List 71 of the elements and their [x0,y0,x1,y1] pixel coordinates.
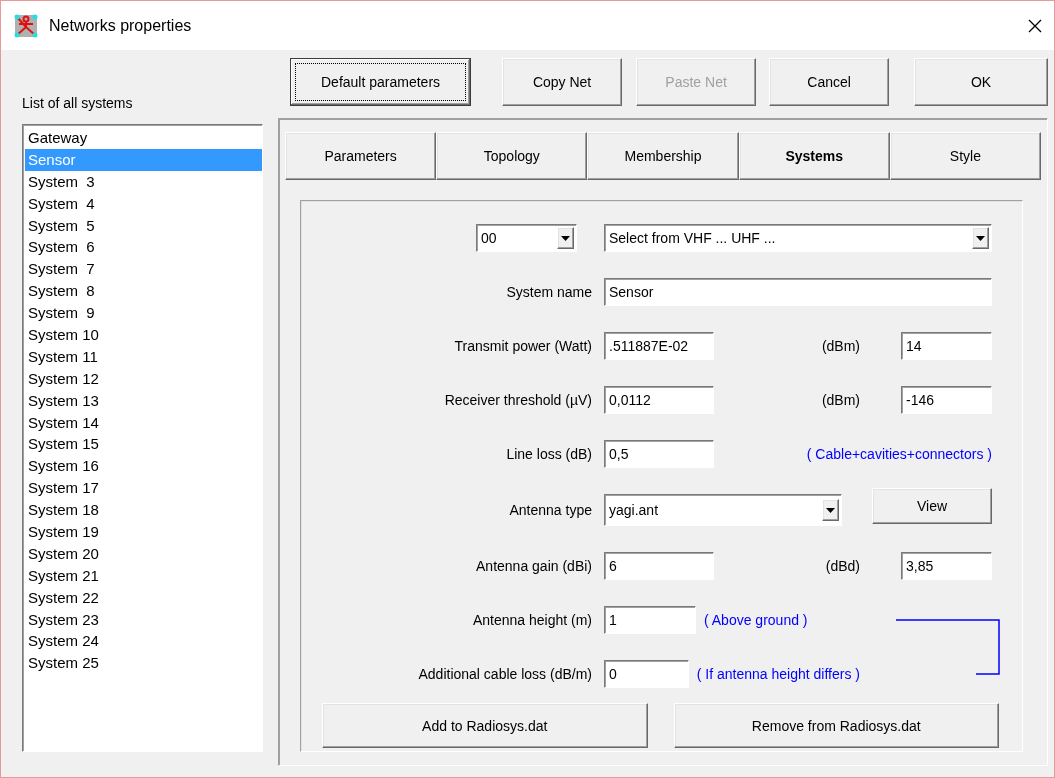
list-item[interactable]: System 6 [25,236,262,259]
list-item[interactable]: System 22 [25,586,262,609]
tab[interactable]: Systems [738,132,890,180]
dropdown[interactable]: Select from VHF ... UHF ... [604,224,992,252]
list-item[interactable]: System 20 [25,542,262,565]
list-item[interactable]: System 3 [25,170,262,193]
view-button[interactable]: View [872,488,992,524]
list-item[interactable]: System 17 [25,477,262,500]
list-item[interactable]: System 10 [25,324,262,346]
list-item[interactable]: System 25 [25,652,262,675]
unit-label: (dBm) [821,392,860,408]
list-item[interactable]: System 18 [25,499,262,522]
field-label: Transmit power (Watt) [454,338,592,354]
list-item[interactable]: System 11 [25,345,262,368]
list-label: List of all systems [22,94,134,113]
field-label: Antenna height (m) [472,612,592,628]
dialog-button[interactable]: Default parameters [290,58,472,106]
close-icon[interactable] [1028,18,1042,33]
tab[interactable]: Parameters [285,132,437,180]
list-item[interactable]: System 24 [25,630,262,653]
dropdown[interactable]: 00 [476,224,577,252]
list-item[interactable]: Gateway [25,127,262,149]
systems-listbox[interactable] [22,124,263,752]
text-field[interactable]: 0 [604,660,689,688]
action-button[interactable]: Add to Radiosys.dat [322,703,648,748]
text-field[interactable]: 14 [901,332,992,360]
caret-icon [976,235,985,241]
list-item[interactable]: System 12 [25,367,262,390]
action-button[interactable]: Remove from Radiosys.dat [673,703,999,748]
list-item[interactable]: System 21 [25,564,262,587]
window-title: Networks properties [49,16,193,35]
list-item[interactable]: System 7 [25,258,262,281]
list-item[interactable]: System 9 [25,302,262,324]
hint-text: ( Above ground ) [704,612,808,628]
tab[interactable]: Topology [436,132,588,180]
list-item[interactable]: System 14 [25,411,262,434]
list-item[interactable]: System 4 [25,192,262,215]
hint-text: ( Cable+cavities+connectors ) [806,446,992,462]
list-item[interactable]: System 19 [25,521,262,543]
list-item[interactable]: System 16 [25,455,262,478]
text-field[interactable]: 1 [604,606,696,634]
field-label: Antenna gain (dBi) [476,558,592,574]
text-field[interactable]: 0,0112 [604,386,714,414]
list-item[interactable]: System 23 [25,608,262,631]
text-field[interactable]: -146 [901,386,992,414]
text-field[interactable]: 6 [604,552,714,580]
text-field[interactable]: .511887E-02 [604,332,714,360]
text-field[interactable]: 0,5 [604,440,714,468]
field-label: Line loss (dB) [506,446,592,462]
list-item[interactable]: System 5 [25,214,262,237]
list-item[interactable]: System 13 [25,389,262,412]
dialog-button[interactable]: Copy Net [502,58,623,106]
network-icon [13,12,39,39]
field-label: Antenna type [509,502,592,518]
dropdown[interactable]: yagi.ant [604,494,842,526]
unit-label: (dBm) [821,338,860,354]
list-item[interactable]: System 15 [25,433,262,456]
hint-text: ( If antenna height differs ) [696,666,860,682]
field-label: System name [506,284,592,300]
field-label: Additional cable loss (dB/m) [418,666,592,682]
field-label: Receiver threshold (µV) [444,392,592,408]
text-field[interactable]: Sensor [604,278,992,306]
dialog-button[interactable]: OK [914,58,1048,106]
list-item[interactable]: System 8 [25,280,262,303]
tab[interactable]: Membership [587,132,739,180]
dialog-button[interactable]: Cancel [769,58,890,106]
tab[interactable]: Style [889,132,1041,180]
text-field[interactable]: 3,85 [901,552,992,580]
caret-icon [561,235,570,241]
unit-label: (dBd) [825,558,860,574]
caret-icon [826,507,835,513]
